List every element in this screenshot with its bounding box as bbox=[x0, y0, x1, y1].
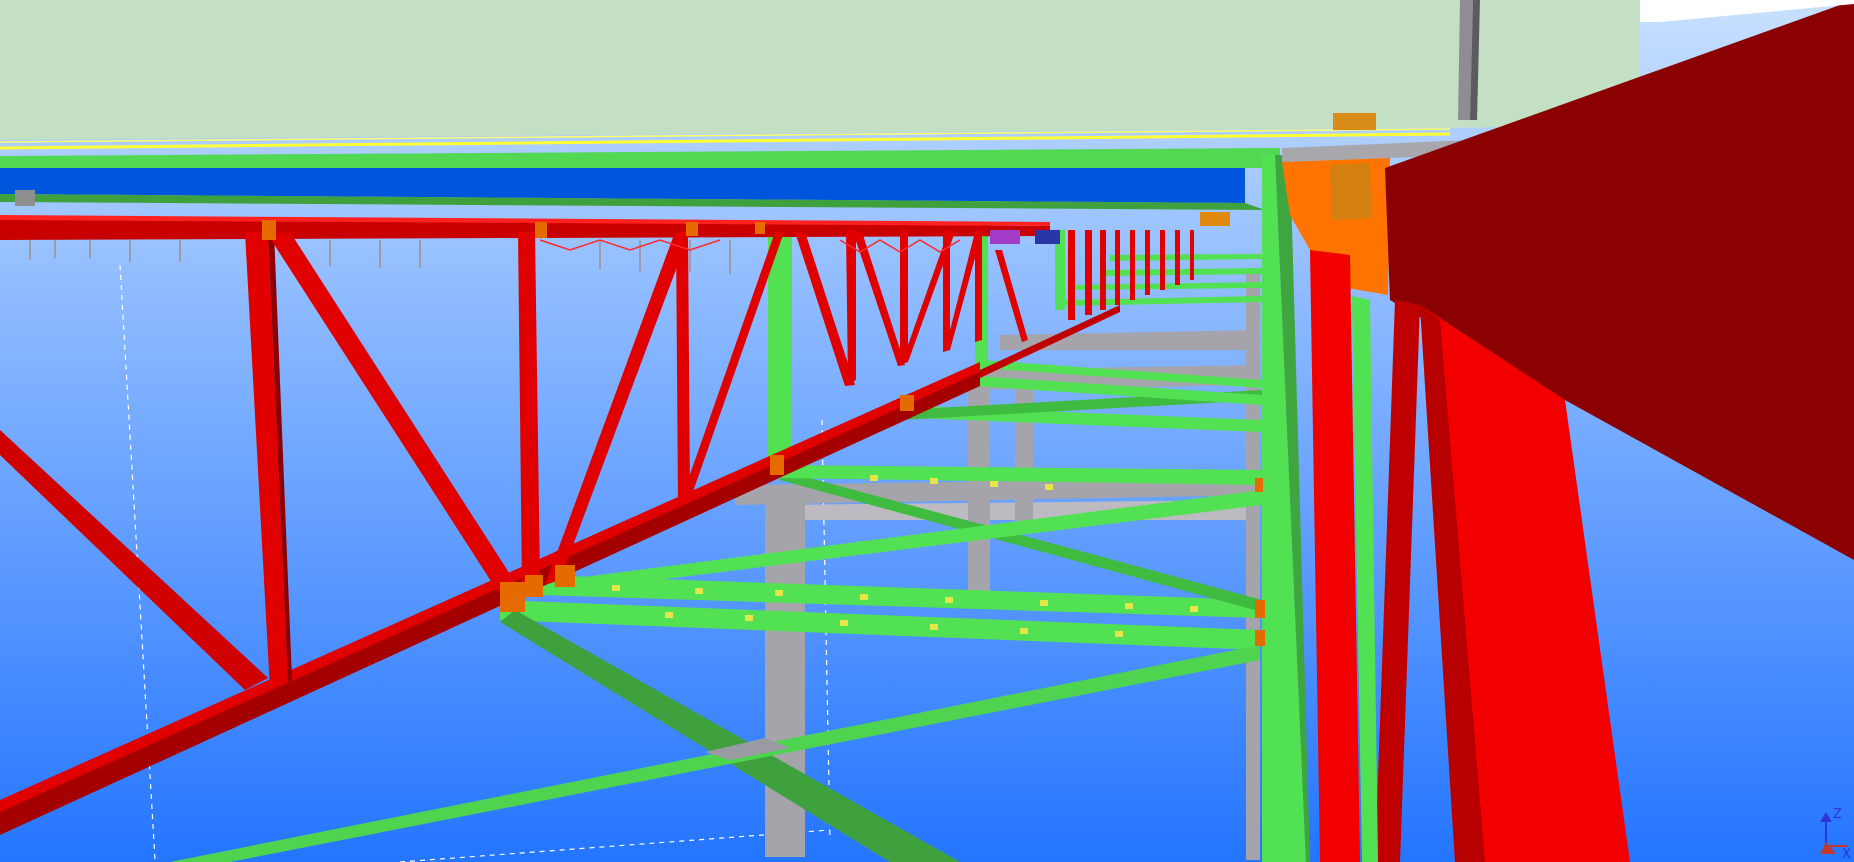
axis-z-label: Z bbox=[1833, 807, 1842, 822]
axis-x-label: X bbox=[1842, 847, 1851, 862]
girder-bolt-group bbox=[1330, 163, 1372, 220]
marker-purple bbox=[990, 230, 1020, 244]
floor-slab bbox=[0, 0, 1640, 140]
model-scene[interactable] bbox=[0, 0, 1854, 862]
3d-viewport[interactable]: Z X bbox=[0, 0, 1854, 862]
axis-triad-icon: Z X bbox=[1820, 807, 1851, 862]
marker-blue bbox=[1035, 230, 1060, 244]
deck-marker bbox=[15, 190, 35, 206]
bolt-top bbox=[1333, 113, 1376, 130]
marker-orange-1 bbox=[1200, 212, 1230, 226]
